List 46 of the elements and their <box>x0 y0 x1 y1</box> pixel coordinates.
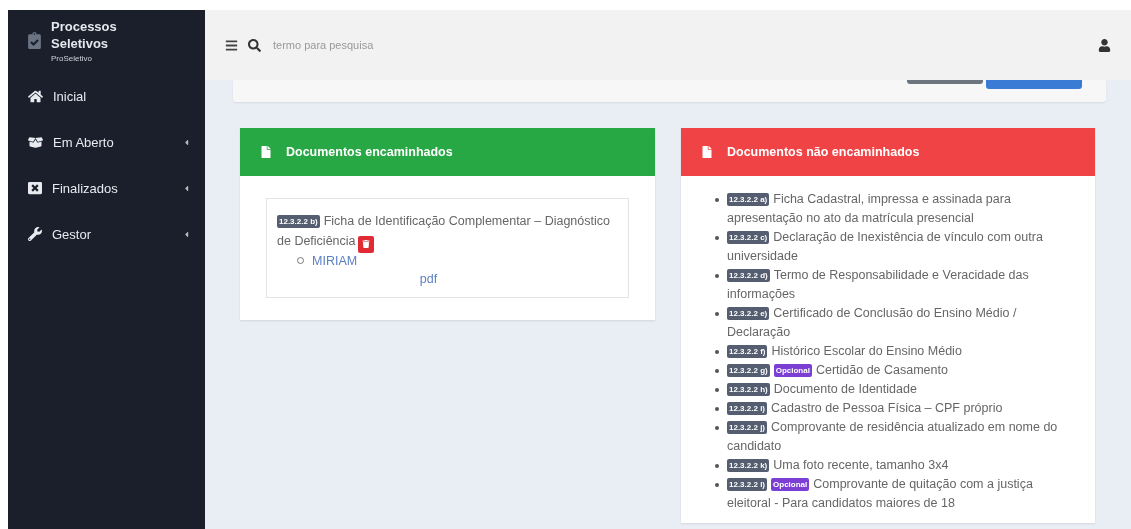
bullet-icon <box>715 407 719 411</box>
brand-subtitle: ProSeletivo <box>51 54 93 63</box>
document-item: 12.3.2.2 d) Termo de Responsabilidade e Veracidade das informações <box>727 267 1030 303</box>
document-item: 12.3.2.2 k) Uma foto recente, tamanho 3x4 <box>727 457 949 474</box>
panel-title: Documentos encaminhados <box>286 145 453 159</box>
bullet-icon <box>715 236 719 240</box>
search-icon <box>248 38 261 52</box>
document-item: 12.3.2.2 f) Histórico Escolar do Ensino Médio <box>727 343 962 360</box>
file-link[interactable]: pdf <box>277 268 620 289</box>
document-item: 12.3.2.2 j) Comprovante de residência atualizado em nome do candidato <box>727 419 1059 455</box>
bullet-icon <box>715 426 719 430</box>
bullet-icon <box>715 388 719 392</box>
search-field[interactable]: termo para pesquisa <box>271 38 575 52</box>
bullet-icon <box>715 483 719 487</box>
delete-button[interactable] <box>357 235 374 253</box>
bullet-icon <box>715 312 719 316</box>
bullet-icon <box>715 198 719 202</box>
user-icon[interactable] <box>1098 38 1111 52</box>
document-item: 12.3.2.2 i) Cadastro de Pessoa Física – CPF próprio <box>727 400 1003 417</box>
sidebar-item[interactable]: Em Aberto <box>8 119 205 165</box>
wrench-icon <box>28 227 42 241</box>
sidebar-item[interactable]: Inicial <box>8 73 205 119</box>
clipboard-icon <box>26 32 43 49</box>
document-item: 12.3.2.2 c) Declaração de Inexistência de vínculo com outra universidade <box>727 229 1044 265</box>
sidebar-item[interactable]: Gestor <box>8 211 205 257</box>
brand-title: Processos Seletivos <box>51 18 118 52</box>
home-icon <box>28 88 43 104</box>
document-item: 12.3.2.2 g) Opcional Certidão de Casamento <box>727 362 948 379</box>
sender-link[interactable]: MIRIAM <box>312 252 358 269</box>
document-item: 12.3.2.2 e) Certificado de Conclusão do Ensino Médio / Declaração <box>727 305 1018 341</box>
bullet-icon <box>715 369 719 373</box>
bullet-icon <box>715 274 719 278</box>
document-item: 12.3.2.2 h) Documento de Identidade <box>727 381 917 398</box>
document-title: 12.3.2.2 b) Ficha de Identificação Complementar – Diagnóstico de Deficiência <box>277 211 620 253</box>
box-icon <box>28 134 43 150</box>
file-icon <box>701 146 713 158</box>
close-box-icon <box>28 181 42 195</box>
bullet-icon <box>715 350 719 354</box>
menu-icon[interactable] <box>225 38 238 52</box>
trash-icon <box>361 240 370 248</box>
bullet-icon <box>715 464 719 468</box>
document-item: 12.3.2.2 a) Ficha Cadastral, impressa e assinada para apresentação no ato da matrícula presencial <box>727 191 1012 227</box>
sidebar-item[interactable]: Finalizados <box>8 165 205 211</box>
file-icon <box>260 146 272 158</box>
document-item: 12.3.2.2 l) Opcional Comprovante de quitação com a justiça eleitoral - Para candidatos maiores de 18 <box>727 476 1034 512</box>
panel-title: Documentos não encaminhados <box>727 145 920 159</box>
